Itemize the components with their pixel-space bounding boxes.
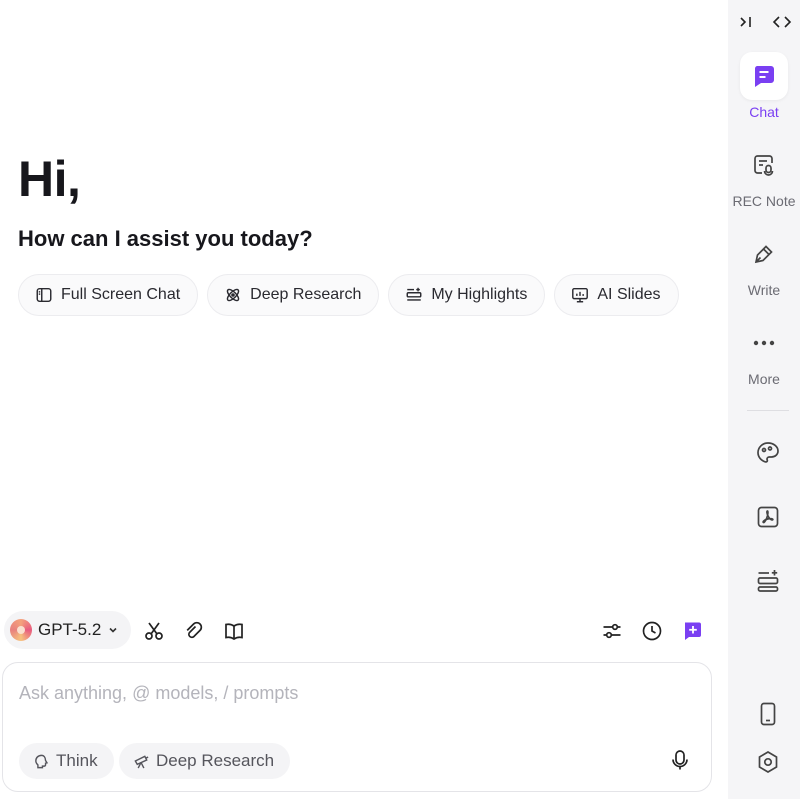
sidebar-item-label: More: [748, 371, 780, 387]
highlights-icon: [406, 287, 422, 301]
chevron-down-icon: [109, 627, 117, 633]
attach-button[interactable]: [182, 619, 206, 643]
sidebar-item-label: Write: [747, 282, 781, 298]
deep-research-chip[interactable]: Deep Research: [207, 274, 380, 316]
rec-note-icon-wrap: [740, 141, 788, 189]
highlights-button[interactable]: [752, 565, 784, 597]
deep-research-toggle[interactable]: Deep Research: [119, 743, 291, 779]
write-icon-wrap: [740, 230, 788, 278]
full-screen-chat-chip[interactable]: Full Screen Chat: [18, 274, 199, 316]
settings-sliders-button[interactable]: [600, 619, 624, 643]
main-panel: Hi, How can I assist you today? Full Scr…: [0, 0, 728, 799]
chat-input[interactable]: [19, 681, 679, 705]
book-icon: [225, 623, 243, 641]
sliders-icon: [603, 623, 621, 639]
phone-icon: [760, 702, 776, 726]
highlights-icon: [757, 570, 779, 592]
chip-label: AI Slides: [597, 286, 661, 303]
collapse-sidebar-button[interactable]: [735, 11, 757, 33]
brain-icon: [35, 754, 49, 768]
pdf-icon: [757, 506, 779, 528]
sidebar-divider: [747, 410, 789, 411]
new-chat-icon: [685, 622, 701, 640]
new-chat-button[interactable]: [680, 619, 704, 643]
deep-research-label: Deep Research: [156, 751, 275, 770]
sidebar-item-label: Chat: [749, 104, 779, 120]
sidebar-item-write[interactable]: Write: [728, 230, 800, 298]
my-highlights-chip[interactable]: My Highlights: [388, 274, 546, 316]
history-button[interactable]: [640, 619, 664, 643]
chip-label: Full Screen Chat: [61, 286, 181, 303]
sidebar-item-rec-note[interactable]: REC Note: [728, 141, 800, 209]
model-label: GPT-5.2: [38, 620, 102, 639]
voice-input-button[interactable]: [667, 747, 693, 773]
more-icon-wrap: [740, 319, 788, 367]
settings-button[interactable]: [752, 746, 784, 778]
chip-label: My Highlights: [431, 286, 528, 303]
palette-icon: [757, 442, 779, 463]
model-selector[interactable]: GPT-5.2: [4, 611, 132, 649]
quick-actions: Full Screen Chat Deep Research My Highli…: [18, 274, 679, 316]
settings-icon: [758, 751, 778, 773]
sidebar-item-label: REC Note: [732, 193, 796, 209]
chat-icon: [754, 66, 774, 87]
presentation-icon: [572, 287, 589, 303]
telescope-icon: [134, 754, 149, 768]
pdf-button[interactable]: [752, 501, 784, 533]
clock-icon: [642, 621, 662, 641]
chip-label: Deep Research: [250, 286, 362, 303]
sidebar-top-controls: [728, 10, 800, 34]
paperclip-icon: [186, 621, 203, 639]
atom-icon: [226, 288, 240, 302]
sidebar-item-more[interactable]: More: [728, 319, 800, 387]
model-logo-icon: [10, 619, 32, 641]
greeting-title: Hi,: [18, 151, 81, 207]
sidebar-item-chat[interactable]: Chat: [728, 52, 800, 120]
embed-toggle-button[interactable]: [771, 11, 793, 33]
mobile-app-button[interactable]: [752, 698, 784, 730]
scissors-icon: [145, 622, 163, 640]
greeting-subtitle: How can I assist you today?: [18, 226, 313, 251]
chat-input-box: Think Deep Research: [2, 662, 712, 792]
right-sidebar: Chat REC Note Write More: [728, 0, 800, 799]
more-icon: [753, 340, 775, 346]
sidebar-layout-icon: [36, 287, 52, 303]
ai-slides-chip[interactable]: AI Slides: [554, 274, 679, 316]
collapse-right-icon: [740, 17, 751, 27]
think-label: Think: [56, 751, 98, 770]
code-brackets-icon: [772, 16, 792, 28]
think-toggle[interactable]: Think: [19, 743, 114, 779]
pen-icon: [754, 245, 773, 264]
microphone-icon: [672, 750, 688, 770]
theme-button[interactable]: [752, 437, 784, 469]
screenshot-button[interactable]: [142, 619, 166, 643]
prompt-library-button[interactable]: [222, 619, 246, 643]
chat-icon-wrap: [740, 52, 788, 100]
rec-note-icon: [754, 155, 774, 176]
